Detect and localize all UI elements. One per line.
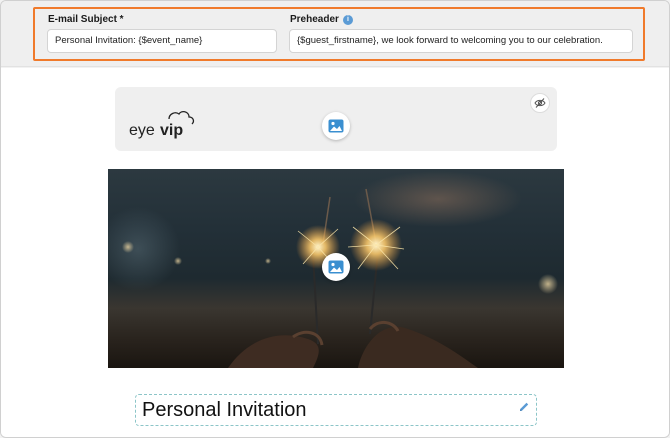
- svg-text:vip: vip: [160, 122, 183, 139]
- title-text-block[interactable]: Personal Invitation: [135, 394, 537, 426]
- eyevip-logo: eye vip: [129, 110, 199, 140]
- preheader-label: Preheader: [290, 14, 339, 25]
- image-icon[interactable]: [322, 112, 350, 140]
- pencil-icon[interactable]: [518, 400, 530, 412]
- info-icon[interactable]: i: [342, 14, 353, 25]
- preheader-label-wrap: Preheader i: [290, 14, 353, 25]
- subject-label: E-mail Subject *: [48, 14, 124, 25]
- hero-image-icon[interactable]: [322, 253, 350, 281]
- eye-off-icon[interactable]: [530, 93, 550, 113]
- preheader-input[interactable]: {$guest_firstname}, we look forward to w…: [289, 29, 633, 53]
- subject-input[interactable]: Personal Invitation: {$event_name}: [47, 29, 277, 53]
- title-text[interactable]: Personal Invitation: [142, 399, 307, 422]
- svg-text:eye: eye: [129, 122, 155, 139]
- email-editor: E-mail Subject * Personal Invitation: {$…: [0, 0, 670, 438]
